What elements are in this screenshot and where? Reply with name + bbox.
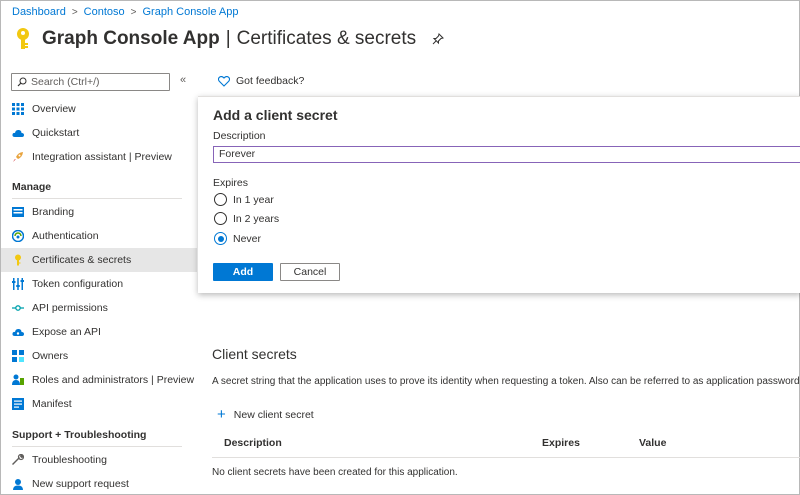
client-secrets-title: Client secrets bbox=[212, 346, 297, 362]
cancel-button[interactable]: Cancel bbox=[280, 263, 340, 281]
sidebar-item-branding[interactable]: Branding bbox=[1, 200, 197, 224]
page-title: Graph Console App | Certificates & secret… bbox=[12, 25, 445, 53]
breadcrumb-contoso[interactable]: Contoso bbox=[84, 6, 125, 18]
api-icon bbox=[12, 305, 24, 311]
roles-icon bbox=[12, 374, 24, 385]
chevron-right-icon: > bbox=[71, 6, 78, 18]
sidebar-item-certificates-secrets[interactable]: Certificates & secrets bbox=[1, 248, 197, 272]
new-client-secret-label: New client secret bbox=[233, 409, 314, 421]
sidebar-item-label: Authentication bbox=[32, 230, 99, 242]
sidebar-item-label: Troubleshooting bbox=[32, 454, 107, 466]
pin-icon[interactable] bbox=[432, 33, 445, 45]
sidebar-item-label: Certificates & secrets bbox=[32, 254, 132, 266]
sidebar-item-label: Roles and administrators | Preview bbox=[32, 374, 195, 386]
token-icon bbox=[12, 278, 24, 290]
plus-icon: + bbox=[217, 406, 226, 423]
collapse-sidebar-icon[interactable]: « bbox=[180, 74, 186, 86]
sidebar-item-overview[interactable]: Overview bbox=[1, 97, 197, 121]
section-divider bbox=[12, 198, 182, 199]
page-name: Certificates & secrets bbox=[236, 28, 417, 49]
expires-label: Expires bbox=[213, 177, 249, 189]
add-button[interactable]: Add bbox=[213, 263, 273, 281]
radio-circle-selected bbox=[214, 232, 227, 245]
sidebar-item-roles-administrators[interactable]: Roles and administrators | Preview bbox=[1, 368, 197, 392]
sidebar-item-label: Quickstart bbox=[32, 127, 80, 139]
cloud-api-icon bbox=[12, 328, 24, 336]
sidebar-item-quickstart[interactable]: Quickstart bbox=[1, 121, 197, 145]
column-header-expires: Expires bbox=[542, 437, 580, 449]
sidebar-item-owners[interactable]: Owners bbox=[1, 344, 197, 368]
rocket-icon bbox=[13, 152, 23, 162]
title-separator: | bbox=[225, 28, 231, 49]
sidebar-item-label: Owners bbox=[32, 350, 69, 362]
owners-icon bbox=[12, 350, 24, 362]
authentication-icon bbox=[12, 230, 24, 242]
radio-label: In 2 years bbox=[233, 212, 280, 225]
key-icon bbox=[15, 254, 21, 266]
panel-heading: Add a client secret bbox=[213, 107, 338, 123]
description-input[interactable]: Forever bbox=[213, 146, 800, 163]
description-label: Description bbox=[213, 130, 266, 142]
sidebar-item-manifest[interactable]: Manifest bbox=[1, 392, 197, 416]
support-icon bbox=[13, 479, 23, 490]
column-header-description: Description bbox=[224, 437, 282, 449]
page-name-wrap: | Certificates & secrets bbox=[226, 28, 416, 50]
feedback-label: Got feedback? bbox=[236, 75, 305, 87]
sidebar-item-label: Integration assistant | Preview bbox=[32, 151, 172, 163]
sidebar-item-label: Token configuration bbox=[32, 278, 124, 290]
manifest-icon bbox=[12, 398, 24, 410]
add-client-secret-panel: Add a client secret Description Forever … bbox=[198, 96, 800, 293]
key-icon bbox=[17, 28, 29, 49]
grid-icon bbox=[12, 103, 24, 115]
client-secrets-description: A secret string that the application use… bbox=[212, 376, 800, 387]
radio-never[interactable]: Never bbox=[214, 232, 261, 245]
search-placeholder: Search (Ctrl+/) bbox=[31, 76, 100, 88]
sidebar-item-label: Branding bbox=[32, 206, 75, 218]
radio-in-1-year[interactable]: In 1 year bbox=[214, 193, 274, 206]
wrench-icon bbox=[12, 454, 24, 465]
sidebar-item-new-support-request[interactable]: New support request bbox=[1, 472, 197, 495]
breadcrumb-dashboard[interactable]: Dashboard bbox=[12, 6, 66, 18]
cloud-icon bbox=[12, 129, 24, 137]
sidebar: Search (Ctrl+/) « Overview Quickstart In… bbox=[1, 67, 197, 495]
sidebar-item-label: Manifest bbox=[32, 398, 72, 410]
heart-icon bbox=[218, 75, 230, 87]
search-icon bbox=[17, 77, 27, 87]
radio-circle bbox=[214, 212, 227, 225]
search-input[interactable]: Search (Ctrl+/) bbox=[11, 73, 170, 91]
sidebar-item-label: Expose an API bbox=[32, 326, 101, 338]
radio-circle bbox=[214, 193, 227, 206]
column-header-value: Value bbox=[639, 437, 667, 449]
table-divider bbox=[212, 457, 800, 458]
feedback-link[interactable]: Got feedback? bbox=[218, 75, 304, 87]
section-heading-manage: Manage bbox=[12, 181, 52, 193]
sidebar-item-integration-assistant[interactable]: Integration assistant | Preview bbox=[1, 145, 197, 169]
sidebar-item-expose-api[interactable]: Expose an API bbox=[1, 320, 197, 344]
radio-in-2-years[interactable]: In 2 years bbox=[214, 212, 279, 225]
radio-label: Never bbox=[233, 232, 262, 245]
app-name: Graph Console App bbox=[42, 28, 220, 49]
breadcrumb: Dashboard > Contoso > Graph Console App bbox=[12, 6, 239, 18]
chevron-right-icon: > bbox=[130, 6, 137, 18]
sidebar-item-label: New support request bbox=[32, 478, 129, 490]
sidebar-item-token-configuration[interactable]: Token configuration bbox=[1, 272, 197, 296]
new-client-secret-button[interactable]: + New client secret bbox=[217, 406, 314, 423]
sidebar-item-label: Overview bbox=[32, 103, 76, 115]
sidebar-item-label: API permissions bbox=[32, 302, 108, 314]
breadcrumb-app[interactable]: Graph Console App bbox=[143, 6, 239, 18]
radio-label: In 1 year bbox=[233, 193, 274, 206]
empty-table-message: No client secrets have been created for … bbox=[212, 467, 458, 478]
sidebar-item-authentication[interactable]: Authentication bbox=[1, 224, 197, 248]
section-divider bbox=[12, 446, 182, 447]
section-heading-support: Support + Troubleshooting bbox=[12, 429, 147, 441]
branding-icon bbox=[12, 207, 24, 217]
sidebar-item-troubleshooting[interactable]: Troubleshooting bbox=[1, 448, 197, 472]
sidebar-item-api-permissions[interactable]: API permissions bbox=[1, 296, 197, 320]
